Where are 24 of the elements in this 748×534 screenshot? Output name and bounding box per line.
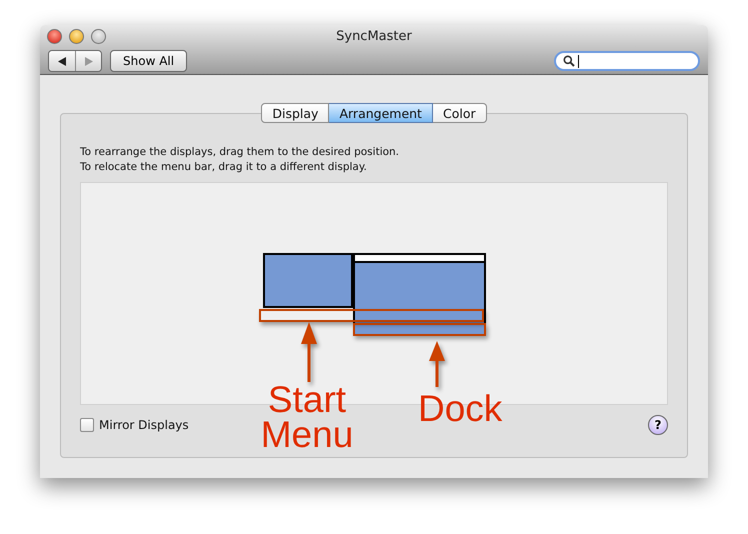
back-button[interactable] bbox=[49, 51, 75, 71]
display-thumbnail[interactable] bbox=[263, 253, 353, 308]
annotation-text: Start Menu bbox=[260, 382, 354, 452]
tab[interactable]: Arrangement bbox=[329, 103, 433, 123]
search-icon bbox=[563, 55, 575, 67]
arrow-icon bbox=[427, 341, 447, 387]
minimize-button[interactable] bbox=[69, 29, 84, 44]
annotation-text: Dock bbox=[418, 391, 502, 426]
window-title: SyncMaster bbox=[336, 28, 412, 44]
help-button[interactable]: ? bbox=[648, 415, 668, 435]
left-arrow-icon bbox=[58, 56, 66, 66]
search-field[interactable] bbox=[554, 51, 700, 71]
arrow-icon bbox=[299, 322, 319, 382]
close-button[interactable] bbox=[47, 29, 62, 44]
right-arrow-icon bbox=[84, 56, 93, 66]
tab[interactable]: Color bbox=[432, 103, 487, 123]
display-thumbnail[interactable] bbox=[353, 253, 486, 336]
zoom-button[interactable] bbox=[91, 29, 106, 44]
instruction-text: To rearrange the displays, drag them to the desired position. bbox=[80, 145, 400, 160]
checkbox[interactable] bbox=[80, 418, 94, 432]
show-all-button[interactable]: Show All bbox=[110, 50, 188, 72]
checkbox-label: Mirror Displays bbox=[99, 418, 189, 432]
instruction-text: To relocate the menu bar, drag it to a different display. bbox=[80, 160, 368, 175]
tab[interactable]: Display bbox=[261, 103, 330, 123]
